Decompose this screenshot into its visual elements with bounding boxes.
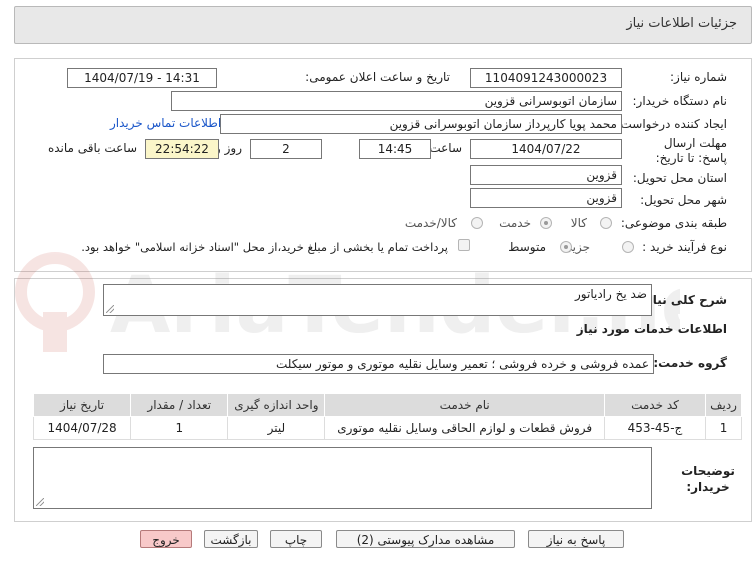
exit-button[interactable]: خروج bbox=[140, 530, 192, 548]
deadline-label: مهلت ارسال پاسخ: تا تاریخ: bbox=[655, 136, 727, 165]
province-label: استان محل تحویل: bbox=[632, 171, 727, 185]
cell-service-code: ج-45-453 bbox=[603, 416, 707, 440]
creator-label: ایجاد کننده درخواست: bbox=[616, 117, 727, 131]
col-service-code: کد خدمت bbox=[603, 393, 707, 417]
service-group-field: عمده فروشی و خرده فروشی ؛ تعمیر وسایل نق… bbox=[103, 354, 654, 374]
need-number-label: شماره نیاز: bbox=[670, 70, 727, 84]
description-label: شرح کلی نیاز: bbox=[641, 293, 727, 307]
respond-button[interactable]: پاسخ به نیاز bbox=[528, 530, 624, 548]
time-label: ساعت bbox=[429, 141, 462, 155]
buyer-contact-link[interactable]: اطلاعات تماس خریدار bbox=[110, 116, 221, 130]
creator-field: محمد پویا کارپرداز سازمان اتوبوسرانی قزو… bbox=[220, 114, 622, 134]
resize-grip-icon[interactable] bbox=[36, 498, 44, 506]
days-field: 2 bbox=[250, 139, 322, 159]
description-field[interactable]: ضد یخ رادیاتور bbox=[103, 284, 652, 316]
cell-unit: لیتر bbox=[227, 416, 326, 440]
description-text: ضد یخ رادیاتور bbox=[574, 287, 647, 301]
cell-row: 1 bbox=[705, 416, 742, 440]
city-field: قزوین bbox=[470, 188, 622, 208]
category-option-goods-radio[interactable] bbox=[600, 217, 612, 229]
treasury-payment-note: پرداخت تمام یا بخشی از مبلغ خرید،از محل … bbox=[81, 240, 448, 254]
col-need-date: تاریخ نیاز bbox=[32, 393, 132, 417]
need-number-field: 1104091243000023 bbox=[470, 68, 622, 88]
process-label: نوع فرآیند خرید : bbox=[642, 240, 727, 254]
category-option-goods-label: کالا bbox=[570, 216, 587, 230]
treasury-payment-checkbox[interactable] bbox=[458, 239, 470, 251]
table-header-row: ردیف کد خدمت نام خدمت واحد اندازه گیری ت… bbox=[32, 393, 742, 417]
process-option-medium-radio[interactable] bbox=[560, 241, 572, 253]
col-quantity: تعداد / مقدار bbox=[130, 393, 229, 417]
col-service-name: نام خدمت bbox=[324, 393, 605, 417]
buyer-org-field: سازمان اتوبوسرانی قزوین bbox=[171, 91, 622, 111]
process-option-minor-radio[interactable] bbox=[622, 241, 634, 253]
services-title: اطلاعات خدمات مورد نیاز bbox=[576, 322, 727, 336]
buyer-notes-field[interactable] bbox=[33, 447, 652, 509]
deadline-time-field: 14:45 bbox=[359, 139, 431, 159]
city-label: شهر محل تحویل: bbox=[640, 193, 727, 207]
back-button[interactable]: بازگشت bbox=[204, 530, 258, 548]
announce-field: 1404/07/19 - 14:31 bbox=[67, 68, 217, 88]
category-option-both-radio[interactable] bbox=[471, 217, 483, 229]
buyer-org-label: نام دستگاه خریدار: bbox=[632, 94, 728, 108]
category-option-both-label: کالا/خدمت bbox=[404, 216, 457, 230]
page-title: جزئیات اطلاعات نیاز bbox=[626, 16, 737, 31]
table-row: 1 ج-45-453 فروش قطعات و لوازم الحاقی وسا… bbox=[32, 416, 742, 440]
services-table: ردیف کد خدمت نام خدمت واحد اندازه گیری ت… bbox=[32, 393, 742, 440]
resize-grip-icon[interactable] bbox=[106, 305, 114, 313]
cell-quantity: 1 bbox=[130, 416, 229, 440]
remaining-time-field: 22:54:22 bbox=[145, 139, 219, 159]
province-field: قزوین bbox=[470, 165, 622, 185]
cell-need-date: 1404/07/28 bbox=[32, 416, 132, 440]
process-option-medium-label: متوسط bbox=[508, 240, 546, 254]
deadline-date-field: 1404/07/22 bbox=[470, 139, 622, 159]
cell-service-name: فروش قطعات و لوازم الحاقی وسایل نقلیه مو… bbox=[324, 416, 605, 440]
col-row: ردیف bbox=[705, 393, 742, 417]
days-label: روز و bbox=[215, 141, 242, 155]
category-label: طبقه بندی موضوعی: bbox=[620, 216, 727, 230]
col-unit: واحد اندازه گیری bbox=[227, 393, 326, 417]
view-attachments-button[interactable]: مشاهده مدارک پیوستی (2) bbox=[336, 530, 515, 548]
page-header: جزئیات اطلاعات نیاز bbox=[14, 6, 752, 44]
buyer-notes-label: توضیحات خریدار: bbox=[681, 464, 735, 494]
category-option-service-label: خدمت bbox=[499, 216, 531, 230]
print-button[interactable]: چاپ bbox=[270, 530, 322, 548]
category-option-service-radio[interactable] bbox=[540, 217, 552, 229]
announce-label: تاریخ و ساعت اعلان عمومی: bbox=[305, 70, 450, 84]
service-group-label: گروه خدمت: bbox=[653, 356, 727, 370]
remaining-label: ساعت باقی مانده bbox=[47, 141, 137, 155]
